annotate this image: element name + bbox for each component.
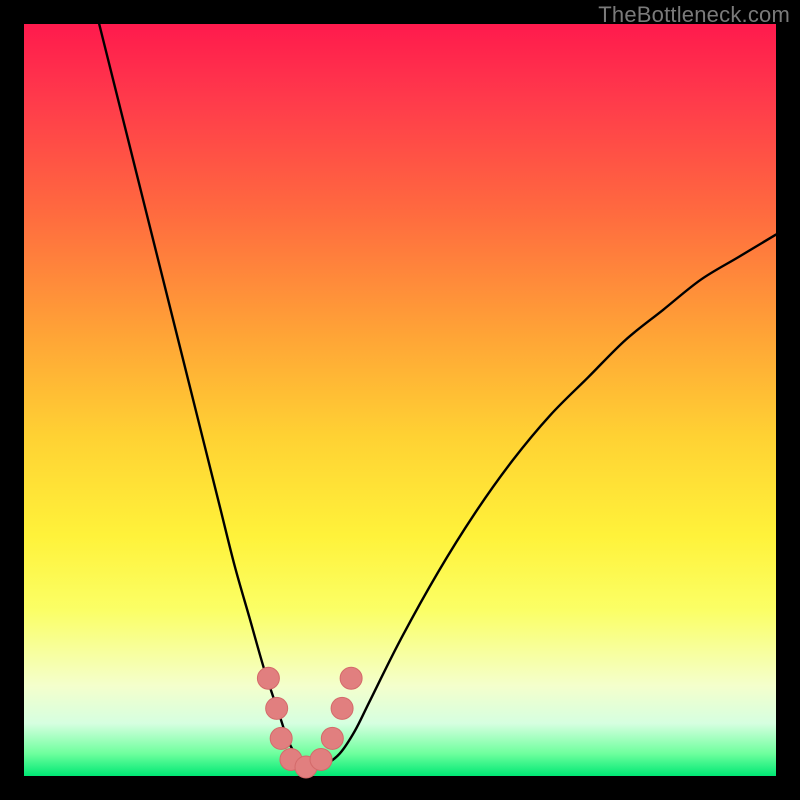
curve-marker [266,697,288,719]
watermark-text: TheBottleneck.com [598,2,790,28]
chart-frame: TheBottleneck.com [0,0,800,800]
curve-marker [340,667,362,689]
curve-marker [270,727,292,749]
curve-marker [257,667,279,689]
chart-svg [24,24,776,776]
curve-marker [321,727,343,749]
curve-markers-group [257,667,362,778]
curve-marker [331,697,353,719]
bottleneck-curve-path [99,24,776,768]
plot-area [24,24,776,776]
curve-marker [310,748,332,770]
